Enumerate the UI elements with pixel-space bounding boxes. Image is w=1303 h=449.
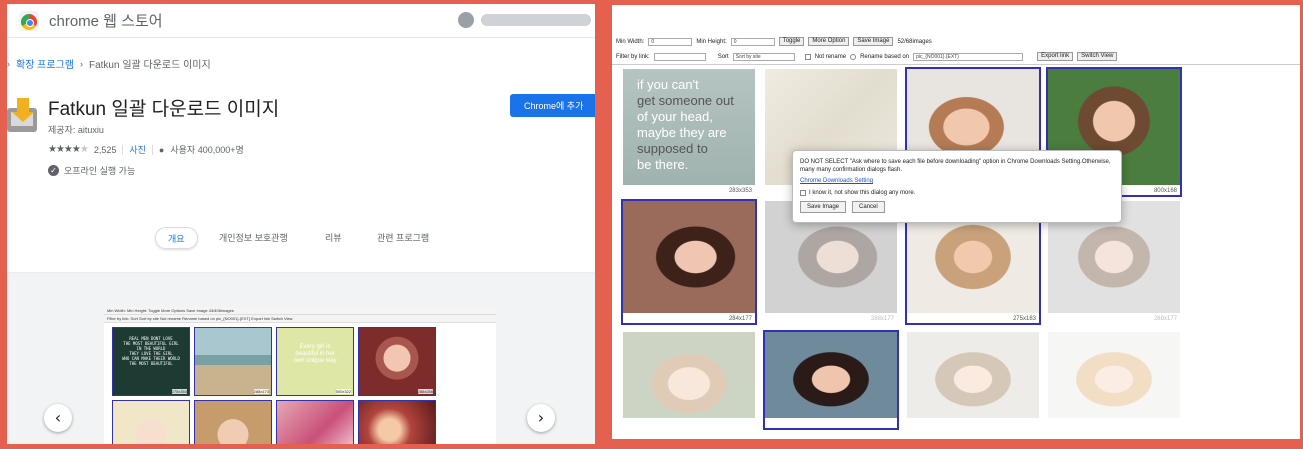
store-tabs: 개요 개인정보 보호관행 리뷰 관련 프로그램 bbox=[7, 227, 595, 251]
mini-thumbnail bbox=[194, 400, 272, 444]
rating-count[interactable]: 2,525 bbox=[94, 145, 117, 155]
min-width-input[interactable]: 0 bbox=[648, 37, 693, 46]
min-width-label: Min Width: bbox=[616, 38, 645, 45]
chrome-web-store-panel: chrome 웹 스토어 › 확장 프로그램 › Fatkun 일괄 다운로드 … bbox=[7, 4, 595, 444]
min-height-input[interactable]: 0 bbox=[730, 37, 775, 46]
mini-thumbnail bbox=[112, 400, 190, 444]
image-thumbnail-selected[interactable] bbox=[763, 330, 899, 430]
breadcrumb-current: Fatkun 일괄 다운로드 이미지 bbox=[88, 60, 211, 71]
fatkun-toolbar-2: Filter by link: Sort Sort by site Not re… bbox=[612, 50, 1300, 63]
mini-thumbnail: 288x288 bbox=[358, 327, 436, 396]
dialog-buttons: Save Image Cancel bbox=[800, 201, 1114, 213]
dialog-checkbox-row: I know it, not show this dialog any more… bbox=[800, 190, 1114, 196]
breadcrumb: › 확장 프로그램 › Fatkun 일괄 다운로드 이미지 bbox=[7, 56, 211, 72]
dialog-message: DO NOT SELECT "Ask where to save each fi… bbox=[800, 159, 1111, 173]
carousel-prev-button[interactable]: ‹ bbox=[44, 404, 72, 432]
switch-view-button[interactable]: Switch View bbox=[1077, 52, 1118, 61]
mini-toolbar: Filter by link: Sort Sort by site Not re… bbox=[104, 315, 496, 323]
extension-provider: 제공자: aituxiu bbox=[48, 125, 104, 135]
mini-thumbnail bbox=[358, 400, 436, 444]
breadcrumb-extensions-link[interactable]: 확장 프로그램 bbox=[16, 56, 74, 71]
mini-thumbnail: Every girl is beautiful in her own uniqu… bbox=[276, 327, 354, 396]
dialog-cancel-button[interactable]: Cancel bbox=[852, 201, 885, 213]
sort-label: Sort bbox=[717, 53, 729, 60]
toolbar-divider bbox=[612, 64, 1300, 65]
add-to-chrome-button[interactable]: Chrome에 추가 bbox=[510, 94, 595, 117]
offline-check-icon: ✓ bbox=[48, 165, 59, 176]
image-size-label: 800x168 bbox=[1153, 188, 1177, 194]
breadcrumb-separator-icon: › bbox=[79, 58, 83, 69]
downloads-setting-link[interactable]: Chrome Downloads Setting bbox=[800, 178, 1114, 184]
carousel-next-button[interactable]: › bbox=[527, 404, 555, 432]
image-count: 52/68images bbox=[897, 38, 932, 45]
dont-show-checkbox[interactable] bbox=[800, 190, 806, 196]
mini-thumbnail bbox=[276, 400, 354, 444]
more-options-button[interactable]: More Option bbox=[808, 37, 850, 46]
fatkun-toolbar-1: Min Width: 0 Min Height: 0 Toggle More O… bbox=[612, 35, 1300, 48]
account-email-blurred[interactable] bbox=[481, 14, 591, 26]
image-size-label: 283x353 bbox=[728, 188, 752, 194]
stat-divider bbox=[151, 144, 153, 155]
stat-divider bbox=[122, 144, 124, 155]
image-thumbnail-selected[interactable]: 284x177 bbox=[621, 199, 757, 325]
chrome-webstore-logo-icon[interactable] bbox=[19, 10, 39, 31]
poster-text: if you can't get someone out of your hea… bbox=[637, 77, 734, 172]
image-size-label: 288x177 bbox=[870, 316, 894, 322]
tab-reviews[interactable]: 리뷰 bbox=[325, 227, 342, 249]
rating-stars-icon[interactable]: ★★★★★ bbox=[48, 144, 89, 155]
dont-show-label: I know it, not show this dialog any more… bbox=[809, 190, 916, 196]
fatkun-image-page-panel: Min Width: 0 Min Height: 0 Toggle More O… bbox=[612, 5, 1300, 439]
carousel-screenshot[interactable]: Min Width: Min Height: Toggle More Optio… bbox=[104, 307, 496, 444]
tab-related[interactable]: 관련 프로그램 bbox=[377, 227, 429, 249]
not-rename-checkbox[interactable] bbox=[804, 53, 811, 60]
store-title[interactable]: chrome 웹 스토어 bbox=[49, 10, 163, 31]
filter-input[interactable] bbox=[653, 52, 706, 61]
filter-label: Filter by link: bbox=[616, 53, 650, 60]
photos-link[interactable]: 사진 bbox=[129, 143, 146, 156]
not-rename-label: Not rename bbox=[814, 53, 847, 60]
extension-name: Fatkun 일괄 다운로드 이미지 bbox=[48, 99, 280, 120]
dialog-save-image-button[interactable]: Save Image bbox=[800, 201, 847, 213]
min-height-label: Min Height: bbox=[696, 38, 727, 45]
account-avatar[interactable] bbox=[458, 12, 474, 28]
image-thumbnail[interactable]: if you can't get someone out of your hea… bbox=[621, 67, 757, 197]
tab-privacy[interactable]: 개인정보 보호관행 bbox=[219, 227, 288, 249]
user-count: 사용자 400,000+명 bbox=[170, 145, 244, 155]
image-size-label: 284x177 bbox=[728, 316, 752, 322]
image-thumbnail[interactable] bbox=[905, 330, 1041, 430]
toggle-button[interactable]: Toggle bbox=[778, 37, 805, 46]
sort-select[interactable]: Sort by site bbox=[732, 52, 795, 61]
save-image-button[interactable]: Save Image bbox=[853, 37, 894, 46]
breadcrumb-separator-icon: › bbox=[7, 58, 10, 69]
screenshot-carousel: Min Width: Min Height: Toggle More Optio… bbox=[7, 273, 595, 444]
tab-overview[interactable]: 개요 bbox=[155, 227, 198, 249]
person-icon: ● bbox=[158, 144, 165, 155]
image-thumbnail[interactable] bbox=[621, 330, 757, 430]
extension-stats: ★★★★★ 2,525 사진 ● 사용자 400,000+명 bbox=[48, 143, 244, 156]
offline-badge: ✓ 오프라인 실행 가능 bbox=[48, 164, 135, 177]
export-link-button[interactable]: Export link bbox=[1037, 52, 1074, 61]
rename-label: Rename based on bbox=[860, 53, 910, 60]
download-warning-dialog: DO NOT SELECT "Ask where to save each fi… bbox=[792, 150, 1122, 223]
download-extension-icon bbox=[7, 96, 41, 138]
image-size-label: 275x183 bbox=[1012, 316, 1036, 322]
mini-thumbnail: REAL MEN DONT LOVE THE MOST BEAUTIFUL GI… bbox=[112, 327, 190, 396]
rename-pattern-input[interactable]: pic_{NO001}.{EXT} bbox=[913, 52, 1024, 61]
mini-thumbnail: 288x173 bbox=[194, 327, 272, 396]
rename-radio[interactable] bbox=[850, 53, 857, 60]
offline-label: 오프라인 실행 가능 bbox=[64, 166, 136, 176]
image-thumbnail[interactable] bbox=[1046, 330, 1182, 430]
image-size-label: 288x177 bbox=[1153, 316, 1177, 322]
mini-toolbar: Min Width: Min Height: Toggle More Optio… bbox=[104, 307, 496, 315]
